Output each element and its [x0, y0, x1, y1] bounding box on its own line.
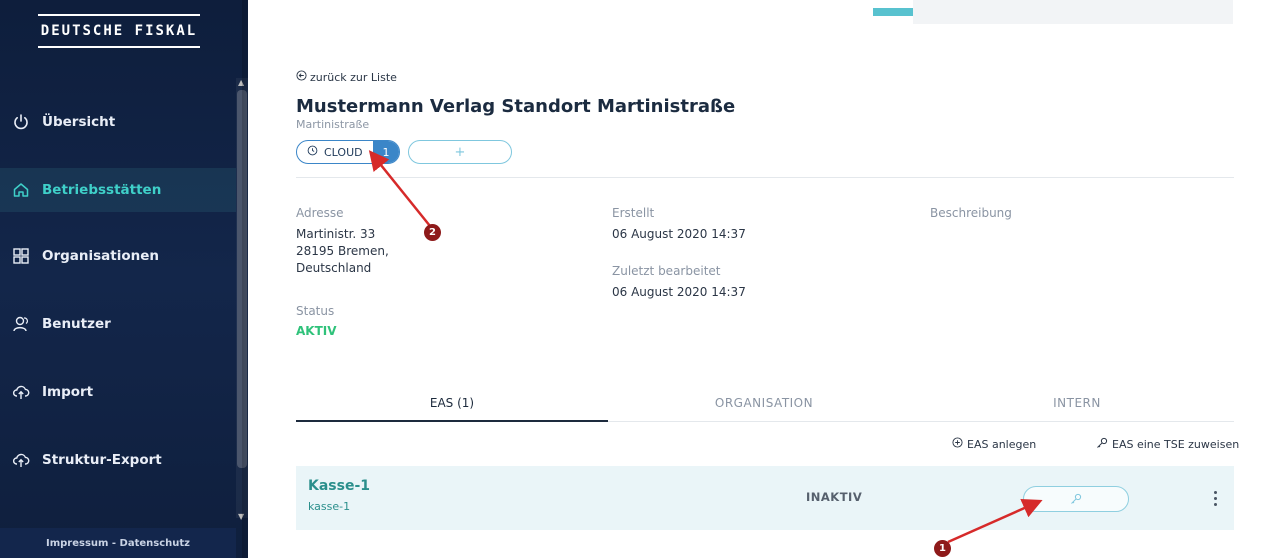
back-link-label: zurück zur Liste: [310, 70, 397, 84]
arrow-left-circle-icon: [296, 70, 307, 84]
grid-icon: [12, 247, 30, 265]
sidebar-item-import[interactable]: Import: [0, 370, 236, 414]
address-line3: Deutschland: [296, 261, 372, 275]
brand-logo: DEUTSCHE FISKAL: [38, 14, 200, 48]
tab-eas[interactable]: EAS (1): [296, 396, 608, 422]
clock-icon: [307, 145, 318, 159]
table-row[interactable]: Kasse-1 kasse-1 INAKTIV: [296, 466, 1234, 530]
sidebar-item-label: Struktur-Export: [42, 452, 162, 468]
page-title: Mustermann Verlag Standort Martinistraße: [296, 96, 736, 117]
assign-tse-button[interactable]: EAS eine TSE zuweisen: [1096, 437, 1239, 452]
created-label: Erstellt: [612, 206, 655, 220]
top-accent: [873, 8, 913, 16]
top-bar: [913, 0, 1233, 24]
eas-status: INAKTIV: [806, 490, 863, 504]
scroll-down-icon[interactable]: ▼: [238, 512, 244, 521]
sidebar-item-betriebsstaetten[interactable]: Betriebsstätten: [0, 168, 236, 212]
home-icon: [12, 181, 30, 199]
created-value: 06 August 2020 14:37: [612, 227, 746, 241]
annotation-badge-1: 1: [934, 540, 951, 557]
sidebar-item-label: Import: [42, 384, 94, 400]
description-label: Beschreibung: [930, 206, 1012, 220]
users-icon: [12, 315, 30, 333]
footer-links[interactable]: Impressum - Datenschutz: [0, 528, 236, 558]
back-link[interactable]: zurück zur Liste: [296, 70, 397, 84]
sidebar-item-benutzer[interactable]: Benutzer: [0, 302, 236, 346]
status-value: AKTIV: [296, 324, 337, 338]
eas-name[interactable]: Kasse-1: [308, 478, 370, 494]
cloud-upload-icon: [12, 451, 30, 469]
tab-active-indicator: [296, 420, 608, 422]
sidebar-item-uebersicht[interactable]: Übersicht: [0, 100, 236, 144]
create-eas-label: EAS anlegen: [967, 437, 1037, 451]
create-eas-button[interactable]: EAS anlegen: [952, 437, 1036, 451]
cloud-upload-icon: [12, 383, 30, 401]
address-label: Adresse: [296, 206, 344, 220]
tab-intern[interactable]: INTERN: [920, 396, 1234, 422]
page-subtitle: Martinistraße: [296, 118, 370, 131]
sidebar-item-label: Benutzer: [42, 316, 111, 332]
power-icon: [12, 113, 30, 131]
main-content: zurück zur Liste Mustermann Verlag Stand…: [248, 0, 1272, 558]
cloud-pill-label: CLOUD: [324, 145, 363, 159]
address-line2: 28195 Bremen,: [296, 244, 389, 258]
edited-label: Zuletzt bearbeitet: [612, 264, 721, 278]
eas-id: kasse-1: [308, 500, 351, 513]
assign-tse-row-button[interactable]: [1023, 486, 1129, 512]
more-menu-icon[interactable]: [1210, 484, 1220, 512]
scroll-up-icon[interactable]: ▲: [238, 78, 244, 87]
cloud-tse-pill[interactable]: CLOUD 1: [296, 140, 400, 164]
sidebar-scrollbar-thumb[interactable]: [237, 90, 247, 468]
key-icon: [1096, 437, 1108, 452]
annotation-badge-2: 2: [424, 224, 441, 241]
status-label: Status: [296, 304, 335, 318]
sidebar: DEUTSCHE FISKAL Übersicht Betriebsstätte…: [0, 0, 248, 558]
key-icon: [1070, 490, 1082, 509]
sidebar-item-label: Organisationen: [42, 248, 160, 264]
add-tse-button[interactable]: +: [408, 140, 512, 164]
address-line1: Martinistr. 33: [296, 227, 376, 241]
edited-value: 06 August 2020 14:37: [612, 285, 746, 299]
plus-circle-icon: [952, 437, 963, 451]
tab-organisation[interactable]: ORGANISATION: [608, 396, 920, 422]
divider: [296, 177, 1234, 178]
sidebar-item-label: Betriebsstätten: [42, 182, 162, 198]
sidebar-item-organisationen[interactable]: Organisationen: [0, 234, 236, 278]
cloud-pill-count: 1: [373, 141, 399, 163]
assign-tse-label: EAS eine TSE zuweisen: [1112, 438, 1240, 451]
sidebar-item-label: Übersicht: [42, 114, 116, 130]
sidebar-item-struktur-export[interactable]: Struktur-Export: [0, 438, 236, 482]
